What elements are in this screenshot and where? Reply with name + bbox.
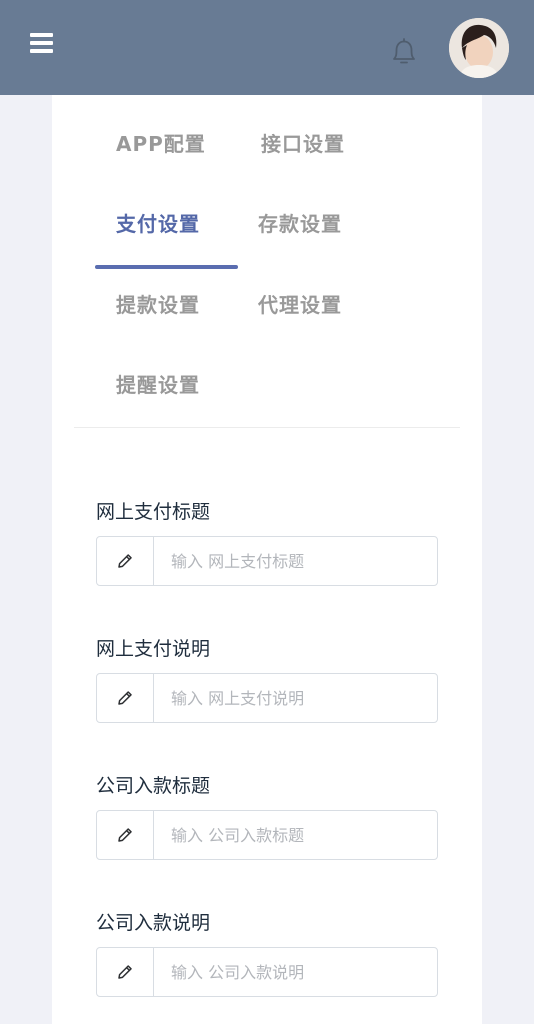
online-payment-title-field: [96, 536, 438, 586]
active-tab-indicator: [95, 265, 238, 269]
company-deposit-description-label: 公司入款说明: [96, 912, 211, 934]
bell-icon[interactable]: [386, 34, 422, 70]
tab-payment-settings[interactable]: 支付设置: [116, 204, 200, 244]
company-deposit-title-field: [96, 810, 438, 860]
online-payment-description-input[interactable]: [155, 674, 437, 722]
company-deposit-description-input[interactable]: [155, 948, 437, 996]
tab-withdrawal-settings[interactable]: 提款设置: [116, 285, 200, 325]
pencil-icon: [97, 948, 154, 996]
pencil-icon: [97, 811, 154, 859]
online-payment-title-input[interactable]: [155, 537, 437, 585]
pencil-icon: [97, 537, 154, 585]
company-deposit-title-input[interactable]: [155, 811, 437, 859]
tab-deposit-settings[interactable]: 存款设置: [258, 204, 342, 244]
company-deposit-title-label: 公司入款标题: [96, 775, 211, 797]
pencil-icon: [97, 674, 154, 722]
tab-reminder-settings[interactable]: 提醒设置: [116, 365, 200, 405]
avatar[interactable]: [449, 18, 509, 78]
online-payment-description-label: 网上支付说明: [96, 638, 211, 660]
online-payment-description-field: [96, 673, 438, 723]
tabs-divider: [74, 427, 460, 428]
tab-app-config[interactable]: APP配置: [116, 124, 206, 164]
tab-agent-settings[interactable]: 代理设置: [258, 285, 342, 325]
online-payment-title-label: 网上支付标题: [96, 501, 211, 523]
company-deposit-description-field: [96, 947, 438, 997]
tab-api-settings[interactable]: 接口设置: [261, 124, 345, 164]
top-navbar: [0, 0, 534, 95]
hamburger-menu-icon[interactable]: [30, 33, 54, 55]
settings-panel: APP配置 接口设置 支付设置 存款设置 提款设置 代理设置 提醒设置 网上支付…: [52, 95, 482, 1024]
